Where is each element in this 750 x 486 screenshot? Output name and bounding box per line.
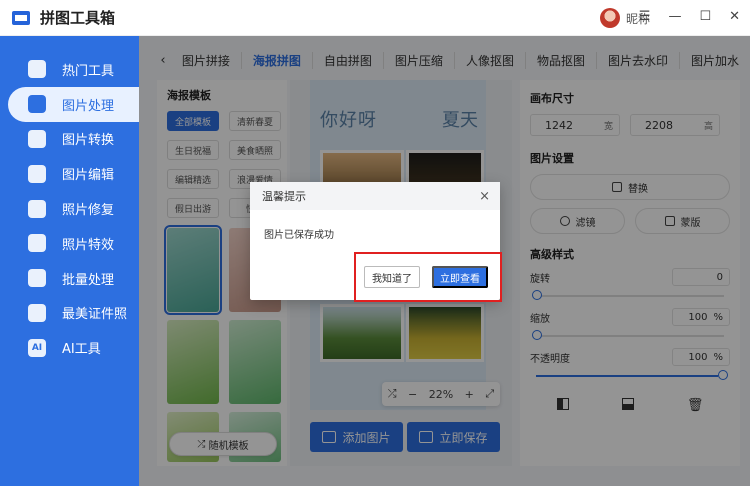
photo-repair-icon bbox=[28, 199, 46, 218]
hot-tools-icon bbox=[28, 60, 46, 79]
sidebar-item-label: AI工具 bbox=[62, 342, 101, 358]
sidebar-item-hot-tools[interactable]: 热门工具 bbox=[0, 52, 139, 87]
title-bar: 拼图工具箱 昵称 ☰ — ☐ ✕ bbox=[0, 0, 750, 36]
sidebar-item-batch-process[interactable]: 批量处理 bbox=[0, 261, 139, 296]
sidebar-item-label: 照片特效 bbox=[62, 237, 115, 253]
sidebar-item-label: 热门工具 bbox=[62, 63, 115, 79]
sidebar-item-image-process[interactable]: 图片处理 bbox=[8, 86, 139, 122]
maximize-icon[interactable]: ☐ bbox=[699, 9, 711, 24]
photo-effect-icon bbox=[28, 234, 46, 253]
sidebar-item-label: 图片编辑 bbox=[62, 168, 115, 184]
image-edit-icon bbox=[28, 164, 46, 183]
sidebar-item-label: 批量处理 bbox=[62, 272, 115, 288]
window-controls: ☰ — ☐ ✕ bbox=[639, 9, 740, 24]
sidebar-item-image-convert[interactable]: 图片转换 bbox=[0, 122, 139, 157]
id-photo-icon bbox=[28, 303, 46, 322]
avatar[interactable] bbox=[599, 8, 620, 28]
close-icon[interactable]: ✕ bbox=[729, 9, 740, 24]
dialog-header: 温馨提示 × bbox=[250, 182, 500, 210]
app-logo-icon bbox=[12, 10, 30, 25]
sidebar-item-label: 图片转换 bbox=[62, 133, 115, 149]
sidebar-item-image-edit[interactable]: 图片编辑 bbox=[0, 156, 139, 191]
image-convert-icon bbox=[28, 129, 46, 148]
dialog-message: 图片已保存成功 bbox=[264, 230, 334, 241]
got-it-button[interactable]: 我知道了 bbox=[364, 266, 420, 288]
sidebar: 热门工具 图片处理 图片转换 图片编辑 照片修复 照片特效 批量处理 最美证件照… bbox=[0, 36, 139, 486]
sidebar-item-photo-effect[interactable]: 照片特效 bbox=[0, 226, 139, 261]
image-process-icon bbox=[28, 95, 46, 114]
ai-tools-icon: AI bbox=[28, 338, 46, 357]
minimize-icon[interactable]: — bbox=[668, 9, 681, 24]
menu-icon[interactable]: ☰ bbox=[639, 9, 651, 24]
sidebar-item-label: 照片修复 bbox=[62, 203, 115, 219]
view-now-button[interactable]: 立即查看 bbox=[432, 266, 488, 288]
sidebar-item-label: 最美证件照 bbox=[62, 307, 128, 323]
sidebar-item-label: 图片处理 bbox=[62, 98, 115, 114]
sidebar-item-id-photo[interactable]: 最美证件照 bbox=[0, 296, 139, 331]
batch-process-icon bbox=[28, 269, 46, 288]
close-icon[interactable]: × bbox=[479, 189, 490, 204]
sidebar-item-photo-repair[interactable]: 照片修复 bbox=[0, 191, 139, 226]
sidebar-item-ai-tools[interactable]: AI AI工具 bbox=[0, 330, 139, 365]
save-success-dialog: 温馨提示 × 图片已保存成功 我知道了 立即查看 bbox=[250, 182, 502, 302]
app-title: 拼图工具箱 bbox=[40, 9, 116, 27]
dialog-title: 温馨提示 bbox=[262, 190, 306, 203]
